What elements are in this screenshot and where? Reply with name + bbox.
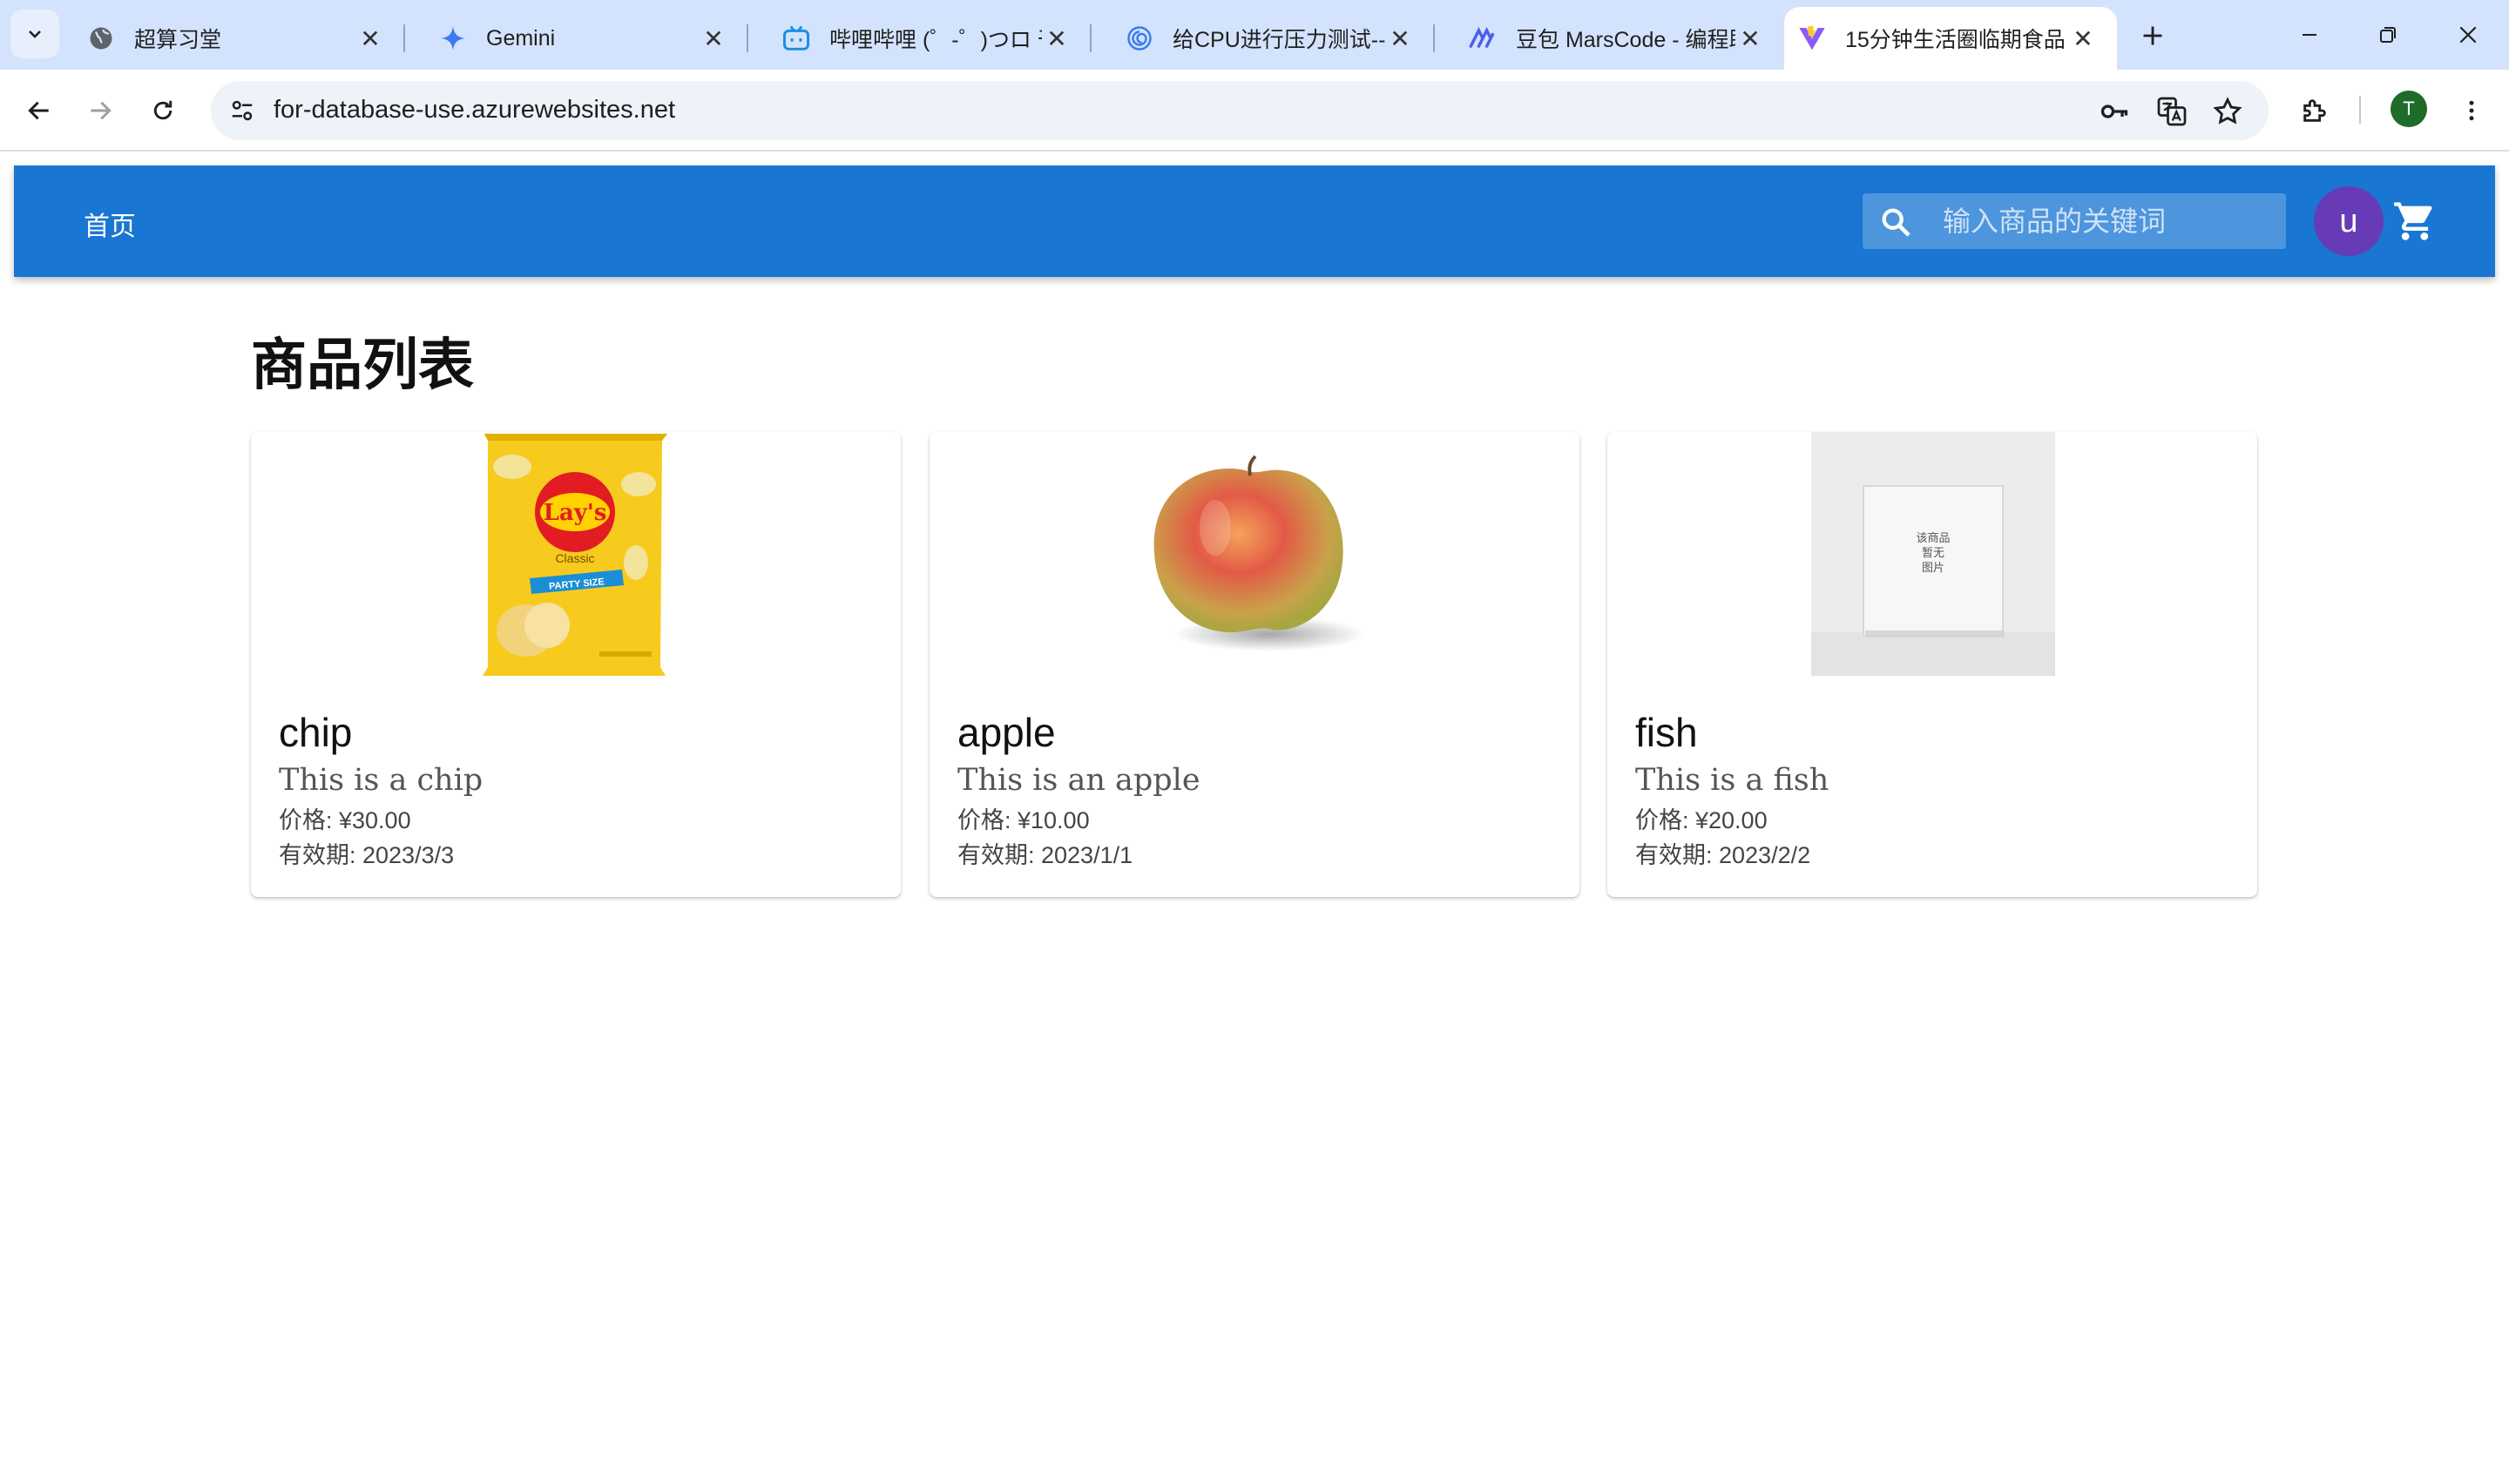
toolbar-divider	[2359, 96, 2361, 124]
product-card-chip[interactable]: Lay's Classic PARTY SIZE chip This is a …	[251, 432, 901, 897]
placeholder-text-line: 图片	[1922, 562, 1944, 575]
reload-button[interactable]	[141, 89, 185, 132]
close-icon[interactable]: ✕	[1042, 24, 1072, 53]
product-price: 价格: ¥20.00	[1635, 807, 1768, 833]
home-link[interactable]: 首页	[84, 205, 136, 243]
site-info-icon[interactable]	[227, 95, 258, 126]
tab-title: 豆包 MarsCode - 编程助	[1516, 28, 1735, 52]
tab-title: 15分钟生活圈临期食品	[1845, 28, 2066, 52]
browser-tab-3[interactable]: 哔哩哔哩 (゜-゜)つロ 干 ✕	[747, 7, 1092, 70]
browser-tab-active[interactable]: 15分钟生活圈临期食品 ✕	[1784, 7, 2117, 70]
arrow-right-icon	[91, 101, 112, 120]
no-image-placeholder: 该商品 暂无 图片	[1811, 432, 2055, 676]
minimize-icon	[2303, 34, 2316, 36]
tab-title: 哔哩哔哩 (゜-゜)つロ 干	[829, 28, 1042, 52]
browser-tab-4[interactable]: 给CPU进行压力测试--- ✕	[1091, 7, 1435, 70]
swirl-icon	[1126, 24, 1153, 52]
globe-icon	[87, 24, 115, 52]
brand-logo-text: Lay's	[544, 500, 607, 526]
arrow-left-icon	[28, 101, 49, 120]
browser-menu-button[interactable]	[2450, 89, 2493, 132]
product-price: 价格: ¥10.00	[957, 807, 1090, 833]
product-description: This is an apple	[957, 763, 1200, 798]
user-avatar[interactable]: u	[2314, 186, 2384, 256]
apple-image	[1153, 455, 1365, 651]
product-expiry: 有效期: 2023/1/1	[957, 842, 1133, 868]
browser-profile-avatar[interactable]: T	[2391, 91, 2427, 127]
reload-icon	[153, 100, 172, 120]
translate-icon[interactable]	[2155, 95, 2188, 128]
browser-tab-strip: 超算习堂 ✕ Gemini ✕ 哔哩哔哩 (゜-゜)つロ 干 ✕ 给CPU进行压…	[0, 0, 2509, 70]
page-title: 商品列表	[251, 333, 474, 398]
product-expiry: 有效期: 2023/3/3	[279, 842, 455, 868]
product-name: apple	[957, 710, 1056, 755]
browser-tab-5[interactable]: 豆包 MarsCode - 编程助 ✕	[1434, 7, 1784, 70]
marscode-icon	[1469, 24, 1497, 52]
browser-toolbar: for-database-use.azurewebsites.net	[0, 70, 2509, 152]
product-card-fish[interactable]: 该商品 暂无 图片 fish This is a fish 价格: ¥20.00…	[1607, 432, 2257, 897]
search-icon	[1882, 208, 1910, 237]
bookmark-star-icon[interactable]	[2211, 95, 2244, 128]
product-description: This is a fish	[1635, 763, 1829, 798]
close-icon[interactable]: ✕	[355, 24, 385, 53]
more-vert-icon	[2469, 100, 2474, 121]
close-icon[interactable]: ✕	[699, 24, 728, 53]
product-price: 价格: ¥30.00	[279, 807, 411, 833]
forward-button[interactable]	[78, 89, 122, 132]
placeholder-text-line: 该商品	[1916, 532, 1950, 545]
close-icon	[2459, 26, 2477, 44]
search-box[interactable]	[1863, 193, 2286, 249]
chevron-down-icon	[29, 30, 41, 38]
restore-icon	[2380, 27, 2396, 43]
product-description: This is a chip	[279, 763, 484, 798]
browser-tab-1[interactable]: 超算习堂 ✕	[52, 7, 405, 70]
product-expiry: 有效期: 2023/2/2	[1635, 842, 1811, 868]
puzzle-icon	[2303, 99, 2326, 122]
product-name: fish	[1635, 710, 1698, 755]
product-name: chip	[279, 710, 353, 755]
bilibili-tv-icon	[782, 24, 810, 52]
extensions-button[interactable]	[2293, 89, 2337, 132]
chips-bag-image: Lay's Classic PARTY SIZE	[251, 432, 901, 676]
minimize-button[interactable]	[2270, 7, 2349, 63]
product-card-apple[interactable]: apple This is an apple 价格: ¥10.00 有效期: 2…	[930, 432, 1579, 897]
vite-logo-icon	[1798, 24, 1826, 52]
close-icon[interactable]: ✕	[2068, 24, 2098, 53]
window-close-button[interactable]	[2429, 7, 2507, 63]
browser-tab-2[interactable]: Gemini ✕	[404, 7, 748, 70]
shopping-cart-icon[interactable]	[2392, 199, 2438, 244]
url-text[interactable]: for-database-use.azurewebsites.net	[274, 96, 675, 125]
new-tab-button[interactable]	[2131, 14, 2174, 57]
tab-title: 超算习堂	[134, 28, 222, 52]
restore-button[interactable]	[2349, 7, 2427, 63]
bag-label-text: Classic	[555, 551, 594, 565]
address-bar[interactable]: for-database-use.azurewebsites.net	[211, 81, 2269, 140]
plus-icon	[2143, 26, 2162, 45]
tab-title: 给CPU进行压力测试---	[1173, 28, 1385, 52]
gemini-sparkle-icon	[439, 24, 467, 52]
search-input[interactable]	[1943, 202, 2274, 240]
tab-title: Gemini	[486, 25, 556, 51]
key-icon[interactable]	[2098, 95, 2131, 128]
close-icon[interactable]: ✕	[1385, 24, 1415, 53]
back-button[interactable]	[17, 89, 61, 132]
app-bar: 首页 u	[14, 165, 2495, 277]
placeholder-text-line: 暂无	[1922, 547, 1944, 560]
close-icon[interactable]: ✕	[1735, 24, 1765, 53]
